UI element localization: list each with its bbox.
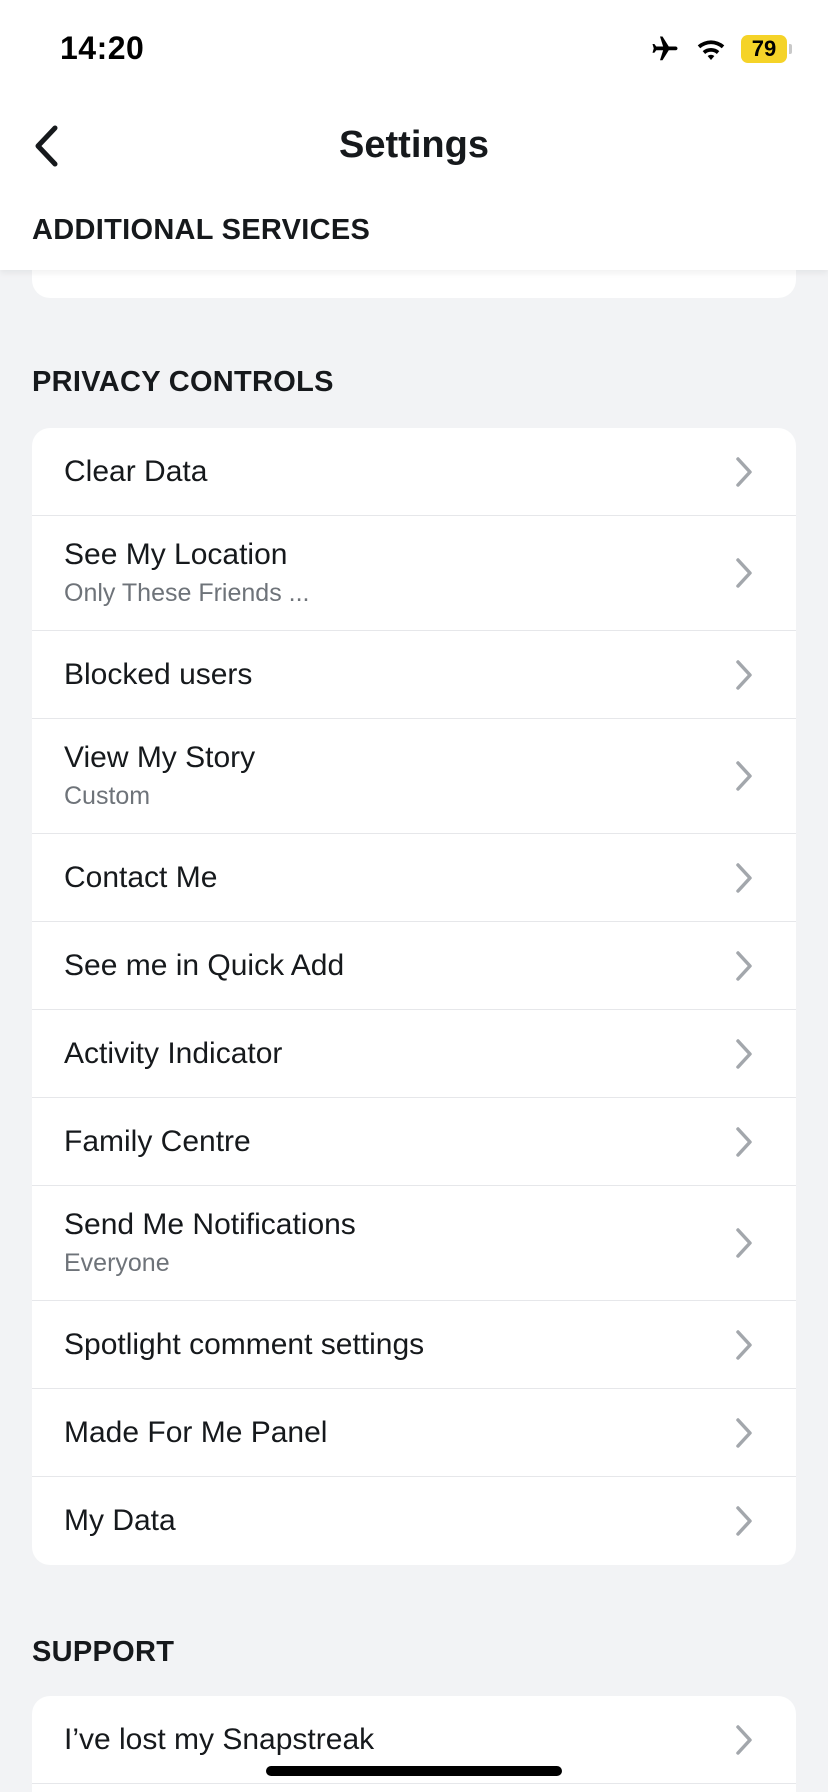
status-bar: 14:20 79 [0,0,828,96]
row-spotlight-comment-settings[interactable]: Spotlight comment settings [32,1301,796,1389]
row-label: Blocked users [64,657,253,691]
row-label: Spotlight comment settings [64,1327,425,1361]
row-label: Family Centre [64,1124,251,1158]
row-family-centre[interactable]: Family Centre [32,1098,796,1186]
page-title: Settings [339,124,489,166]
chevron-right-icon [736,950,752,981]
row-label: Contact Me [64,860,218,894]
row-label: Send Me Notifications [64,1208,356,1241]
airplane-icon [652,36,678,61]
chevron-right-icon [736,1038,752,1069]
support-card: I’ve lost my Snapstreak [32,1696,796,1792]
row-sublabel: Everyone [64,1249,170,1277]
chevron-right-icon [736,862,752,893]
chevron-right-icon [736,761,752,791]
battery-level: 79 [741,35,787,63]
row-send-me-notifications[interactable]: Send Me Notifications Everyone [32,1186,796,1301]
chevron-right-icon [736,1228,752,1258]
chevron-right-icon [736,659,752,690]
section-title-privacy-controls: PRIVACY CONTROLS [32,366,334,398]
row-made-for-me-panel[interactable]: Made For Me Panel [32,1389,796,1477]
row-see-me-in-quick-add[interactable]: See me in Quick Add [32,922,796,1010]
row-sublabel: Custom [64,782,151,810]
battery-icon: 79 [741,35,792,63]
chevron-right-icon [736,1126,752,1157]
row-view-my-story[interactable]: View My Story Custom [32,719,796,834]
wifi-icon [697,40,725,61]
settings-screen: 14:20 79 Settings ADDITIONAL SERVICES PR… [0,0,828,1792]
chevron-right-icon [736,456,752,487]
chevron-right-icon [736,558,752,588]
row-contact-me[interactable]: Contact Me [32,834,796,922]
nav-header: Settings ADDITIONAL SERVICES [0,96,828,270]
section-title-additional-services: ADDITIONAL SERVICES [32,214,371,246]
row-label: My Data [64,1504,176,1537]
home-indicator [266,1766,562,1776]
row-label: Clear Data [64,454,208,488]
chevron-right-icon [736,1417,752,1448]
row-label: Made For Me Panel [64,1415,328,1449]
row-see-my-location[interactable]: See My Location Only These Friends ... [32,516,796,631]
row-label: See My Location [64,538,288,571]
privacy-controls-card: Clear Data See My Location Only These Fr… [32,428,796,1565]
row-clear-data[interactable]: Clear Data [32,428,796,516]
row-activity-indicator[interactable]: Activity Indicator [32,1010,796,1098]
row-label: I’ve lost my Snapstreak [64,1722,375,1756]
row-sublabel: Only These Friends ... [64,579,310,607]
row-label: See me in Quick Add [64,948,345,982]
chevron-right-icon [736,1506,752,1536]
row-my-data[interactable]: My Data [32,1477,796,1565]
status-icons: 79 [649,32,792,66]
row-label: View My Story [64,741,256,774]
chevron-right-icon [736,1329,752,1360]
section-title-support: SUPPORT [32,1636,175,1668]
status-time: 14:20 [60,30,145,66]
row-blocked-users[interactable]: Blocked users [32,631,796,719]
row-label: Activity Indicator [64,1036,283,1070]
chevron-right-icon [736,1724,752,1755]
